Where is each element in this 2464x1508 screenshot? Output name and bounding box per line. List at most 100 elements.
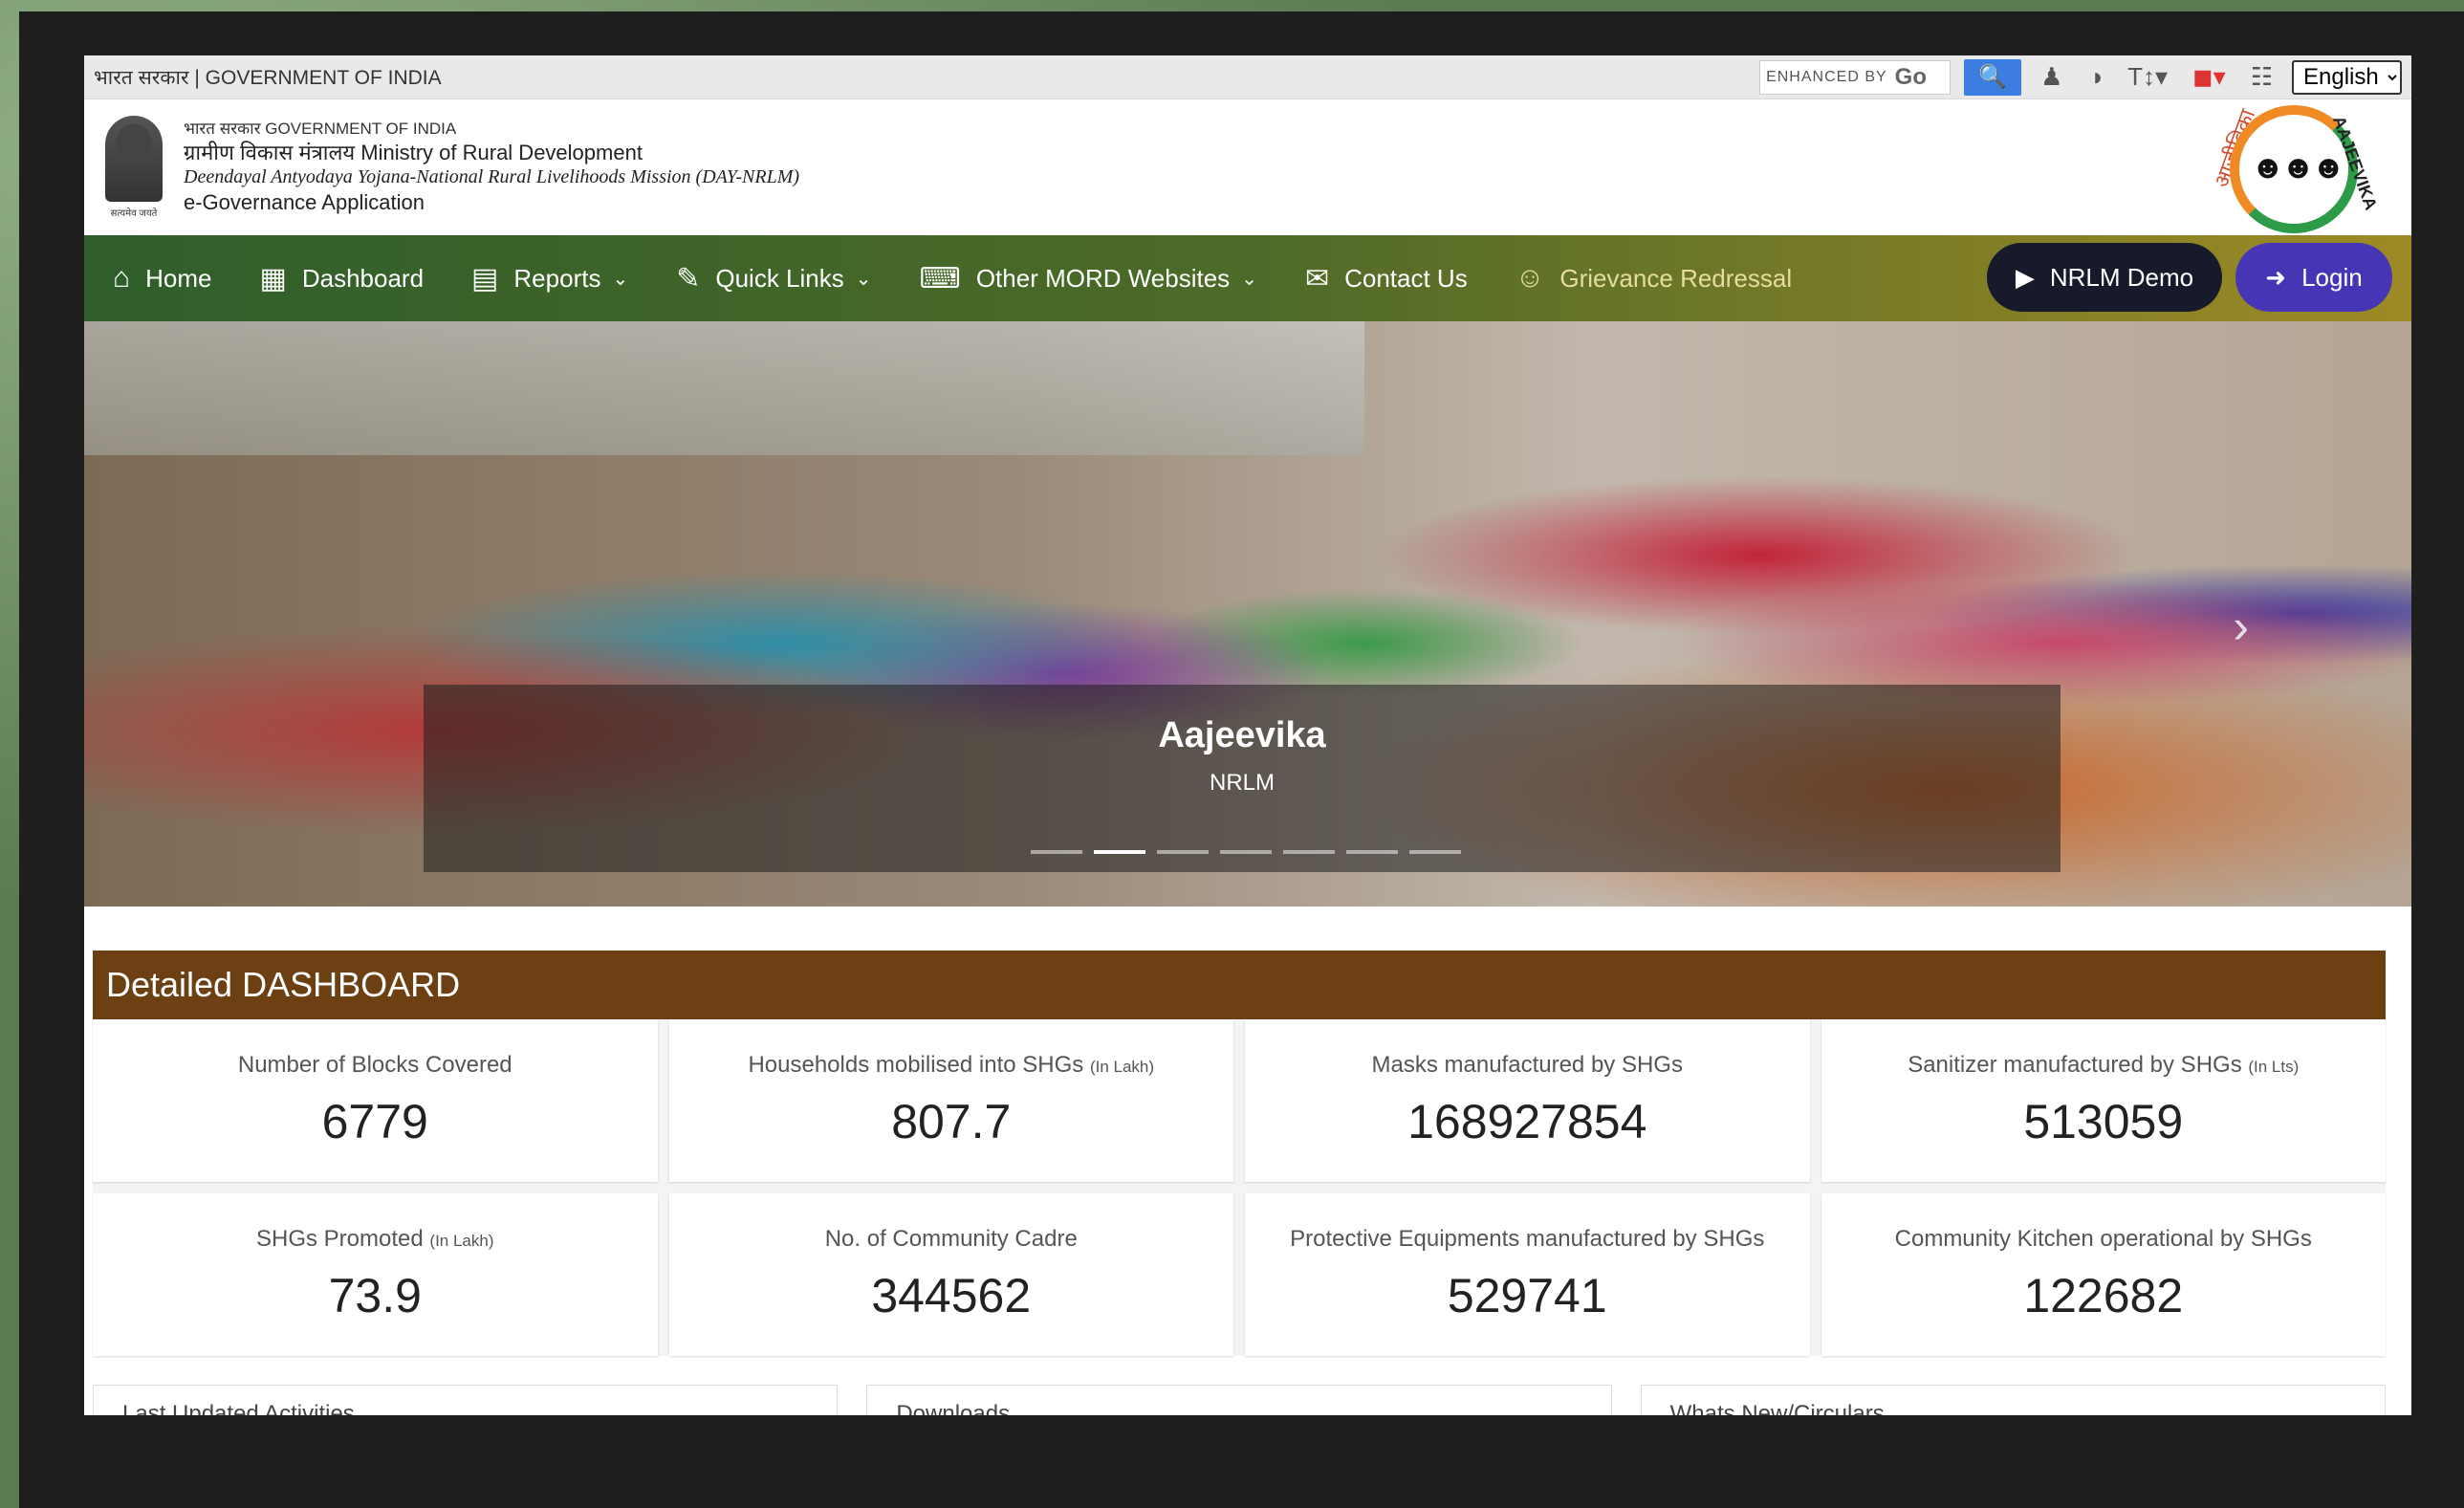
main-nav: ⌂ Home ▦ Dashboard ▤ Reports ⌄ ✎ Quick L… [84, 235, 2411, 321]
stat-label-text: Number of Blocks Covered [237, 1052, 512, 1078]
text-size-icon[interactable]: T↕▾ [2122, 62, 2173, 92]
carousel-indicator[interactable] [1346, 850, 1398, 854]
nav-label: Quick Links [715, 263, 844, 293]
nav-other-websites[interactable]: ⌨ Other MORD Websites ⌄ [920, 262, 1257, 295]
nav-label: Reports [513, 263, 601, 293]
login-label: Login [2301, 262, 2363, 292]
site-header: सत्यमेव जयते भारत सरकार GOVERNMENT OF IN… [84, 99, 2411, 235]
dashboard-icon: ▦ [259, 262, 287, 295]
accessibility-icon[interactable]: ♟ [2035, 62, 2068, 92]
login-button[interactable]: ➜ Login [2235, 243, 2392, 312]
stat-card-ppe: Protective Equipments manufactured by SH… [1245, 1193, 1810, 1356]
stat-value: 122682 [2023, 1269, 2184, 1322]
search-icon: 🔍 [1978, 64, 2008, 90]
bottom-panels: Last Updated Activities Downloads Whats … [93, 1385, 2386, 1415]
caption-subtitle: NRLM [1209, 770, 1275, 796]
nav-label: Dashboard [301, 263, 425, 293]
mission-line: Deendayal Antyodaya Yojana-National Rura… [184, 166, 800, 188]
language-select[interactable]: English [2292, 59, 2402, 95]
stat-value: 168927854 [1407, 1095, 1647, 1148]
carousel-indicator[interactable] [1031, 850, 1082, 854]
nav-label: Contact Us [1344, 263, 1468, 293]
stat-unit: (In Lts) [2248, 1058, 2300, 1076]
stat-card-households: Households mobilised into SHGs (In Lakh)… [668, 1019, 1233, 1182]
chevron-down-icon: ⌄ [612, 268, 629, 290]
grievance-icon: ☺ [1515, 262, 1545, 294]
nav-contact-us[interactable]: ✉ Contact Us [1305, 262, 1468, 295]
reports-icon: ▤ [471, 262, 499, 295]
carousel-next-icon[interactable]: › [2233, 599, 2249, 654]
stat-label: Number of Blocks Covered [93, 1052, 658, 1079]
social-share-icon[interactable]: ◼▾ [2187, 62, 2232, 92]
panel-whats-new: Whats New/Circulars [1640, 1385, 2386, 1415]
sitemap-icon[interactable]: ☷ [2245, 62, 2279, 92]
nav-home[interactable]: ⌂ Home [113, 262, 211, 295]
stat-card-cadre: No. of Community Cadre 344562 [668, 1193, 1234, 1356]
stat-label-text: Community Kitchen operational by SHGs [1894, 1226, 2312, 1252]
panel-last-updated: Last Updated Activities [93, 1385, 839, 1415]
search-label: ENHANCED BY [1766, 68, 1887, 85]
stat-value: 529741 [1447, 1269, 1607, 1322]
carousel-indicator[interactable] [1283, 850, 1335, 854]
stat-value: 513059 [2023, 1095, 2184, 1148]
carousel-indicator[interactable] [1157, 850, 1209, 854]
nav-dashboard[interactable]: ▦ Dashboard [259, 262, 424, 295]
chevron-down-icon: ⌄ [855, 268, 872, 290]
search-button[interactable]: 🔍 [1964, 58, 2022, 96]
search-input[interactable]: ENHANCED BY Go [1759, 59, 1952, 95]
nav-grievance[interactable]: ☺ Grievance Redressal [1515, 262, 1792, 295]
ministry-title-block: भारत सरकार GOVERNMENT OF INDIA ग्रामीण व… [184, 119, 799, 215]
application-line: e-Governance Application [184, 190, 425, 215]
browser-window: भारत सरकार | GOVERNMENT OF INDIA ENHANCE… [84, 55, 2411, 1415]
nav-reports[interactable]: ▤ Reports ⌄ [471, 262, 628, 295]
logo-people-icon: ☻☻☻ [2251, 149, 2345, 186]
detailed-dashboard: Detailed DASHBOARD Number of Blocks Cove… [93, 951, 2386, 1356]
stat-value: 344562 [871, 1269, 1032, 1322]
home-icon: ⌂ [113, 262, 131, 294]
stat-card-kitchen: Community Kitchen operational by SHGs 12… [1821, 1193, 2387, 1356]
aajeevika-logo: आजीविका ☻☻☻ AAJEEVIKA [2193, 105, 2394, 233]
gov-line: भारत सरकार GOVERNMENT OF INDIA [184, 120, 457, 139]
stat-label: Protective Equipments manufactured by SH… [1245, 1226, 1810, 1253]
carousel-indicators [1031, 850, 1461, 854]
stat-card-blocks: Number of Blocks Covered 6779 [93, 1019, 658, 1182]
hero-photo [84, 321, 1364, 455]
stat-unit: (In Lakh) [1089, 1058, 1155, 1076]
stat-card-sanitizer: Sanitizer manufactured by SHGs (In Lts) … [1821, 1019, 2386, 1182]
nav-label: Other MORD Websites [975, 263, 1231, 293]
dashboard-heading: Detailed DASHBOARD [93, 951, 2386, 1019]
stat-label-text: Protective Equipments manufactured by SH… [1290, 1226, 1765, 1252]
login-icon: ➜ [2265, 262, 2287, 292]
quick-links-icon: ✎ [676, 262, 701, 295]
contrast-icon[interactable]: ◑ [2082, 62, 2108, 92]
nrlm-demo-button[interactable]: ▶ NRLM Demo [1987, 243, 2222, 312]
stat-label: No. of Community Cadre [669, 1226, 1234, 1253]
websites-icon: ⌨ [919, 262, 961, 295]
stat-label: Masks manufactured by SHGs [1245, 1052, 1810, 1079]
gov-label: भारत सरकार | GOVERNMENT OF INDIA [94, 66, 442, 89]
stat-value: 73.9 [328, 1269, 422, 1322]
carousel-indicator[interactable] [1094, 850, 1145, 854]
stat-value: 807.7 [891, 1095, 1012, 1148]
hero-carousel[interactable]: › Aajeevika NRLM [84, 321, 2411, 907]
carousel-indicator[interactable] [1409, 850, 1461, 854]
carousel-caption: Aajeevika NRLM [424, 685, 2061, 872]
demo-label: NRLM Demo [2049, 262, 2194, 292]
contact-icon: ✉ [1304, 262, 1330, 295]
stat-card-shgs: SHGs Promoted (In Lakh) 73.9 [93, 1193, 658, 1356]
nav-label: Home [145, 263, 212, 293]
utility-bar: भारत सरकार | GOVERNMENT OF INDIA ENHANCE… [84, 55, 2411, 99]
nav-label: Grievance Redressal [1559, 263, 1793, 293]
emblem-motto: सत्यमेव जयते [110, 208, 158, 219]
stat-unit: (In Lakh) [429, 1232, 494, 1250]
caption-title: Aajeevika [1158, 715, 1326, 755]
stat-label-text: No. of Community Cadre [824, 1226, 1078, 1252]
search-brand: Go [1894, 63, 1927, 90]
ministry-line: ग्रामीण विकास मंत्रालय Ministry of Rural… [184, 140, 643, 164]
stat-value: 6779 [321, 1095, 428, 1148]
stat-card-masks: Masks manufactured by SHGs 168927854 [1245, 1019, 1810, 1182]
nav-quick-links[interactable]: ✎ Quick Links ⌄ [676, 262, 871, 295]
dashboard-cards: Number of Blocks Covered 6779 Households… [93, 1019, 2386, 1356]
carousel-indicator[interactable] [1220, 850, 1272, 854]
stat-label: Community Kitchen operational by SHGs [1821, 1226, 2387, 1253]
